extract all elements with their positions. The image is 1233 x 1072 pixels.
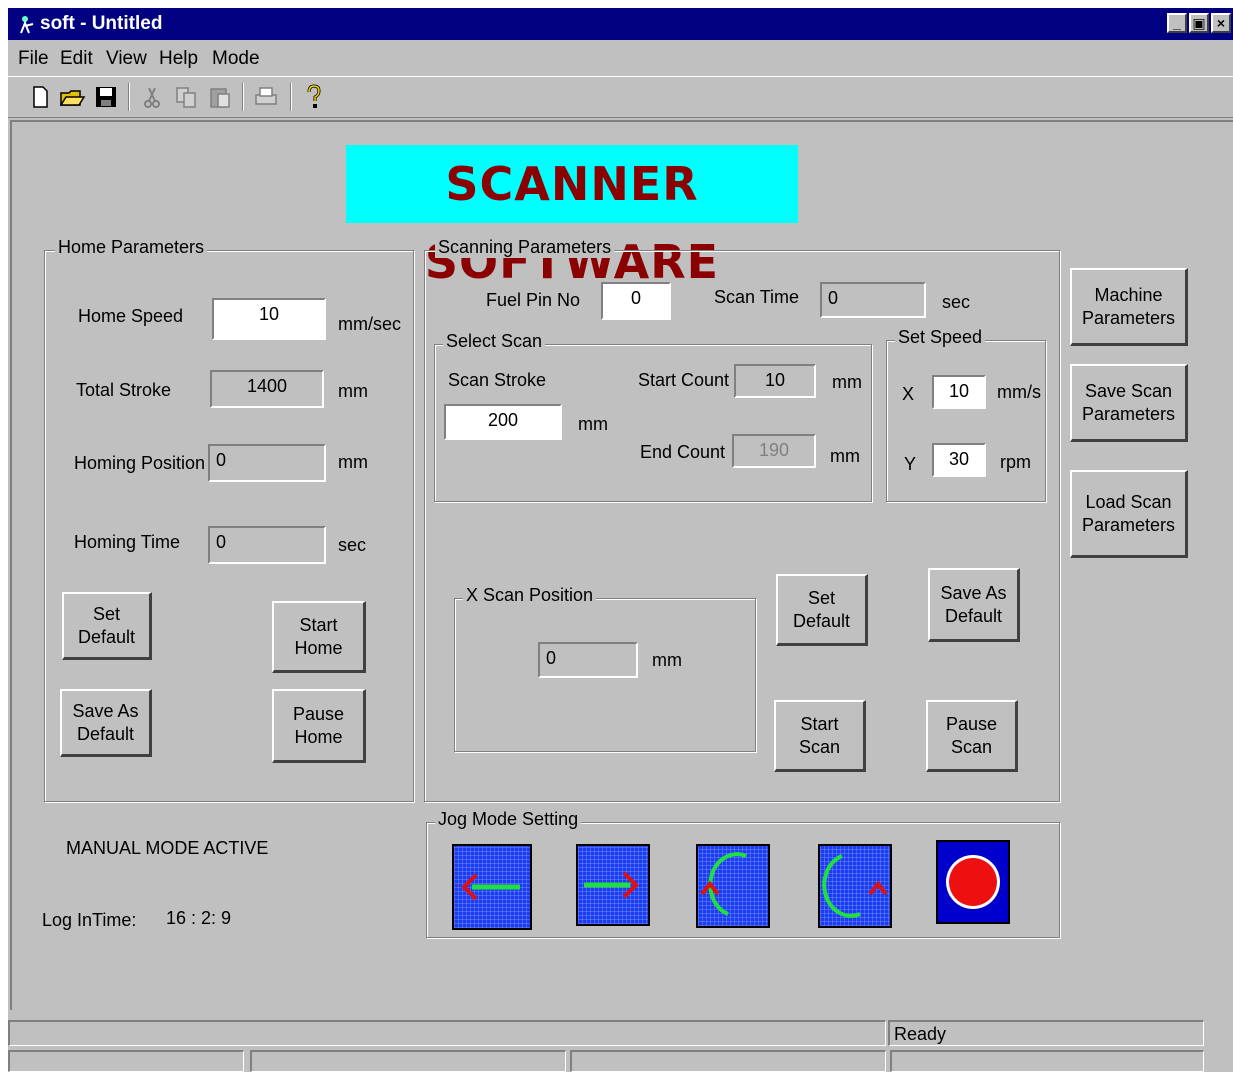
jog-right-button[interactable]	[576, 844, 650, 926]
total-stroke-label: Total Stroke	[76, 380, 172, 400]
restore-button[interactable]: ▣	[1189, 13, 1209, 33]
toolbar-separator	[242, 83, 244, 111]
scanning-parameters-label: Scanning Parameters	[435, 237, 615, 258]
home-speed-label: Home Speed	[78, 306, 184, 326]
rotate-ccw-icon	[700, 852, 747, 916]
save-scan-parameters-button[interactable]: Save Scan Parameters	[1070, 364, 1188, 442]
end-count-label: End Count	[640, 442, 726, 462]
set-speed-group: Set Speed	[886, 327, 1046, 502]
toolbar-separator	[290, 83, 292, 111]
x-speed-input[interactable]: 10	[932, 375, 986, 409]
end-count-unit: mm	[830, 446, 860, 466]
select-scan-label: Select Scan	[443, 331, 546, 352]
cut-icon[interactable]	[138, 83, 166, 111]
x-scan-position-label: X Scan Position	[463, 585, 597, 606]
open-icon[interactable]	[58, 83, 86, 111]
rotate-cw-button[interactable]	[818, 844, 892, 928]
y-speed-label: Y	[904, 454, 917, 474]
x-speed-unit: mm/s	[997, 382, 1041, 402]
close-button[interactable]: ×	[1211, 13, 1231, 33]
stop-icon	[946, 855, 1000, 909]
start-count-unit: mm	[832, 372, 862, 392]
total-stroke-unit: mm	[338, 381, 368, 401]
scan-stroke-label: Scan Stroke	[448, 370, 547, 390]
help-icon[interactable]	[300, 83, 328, 111]
home-speed-input[interactable]: 10	[212, 298, 326, 340]
machine-parameters-button[interactable]: Machine Parameters	[1070, 268, 1188, 346]
jog-left-icon	[461, 873, 520, 901]
status-pane-ready: Ready	[888, 1020, 1204, 1046]
start-count-field: 10	[734, 364, 816, 398]
set-speed-label: Set Speed	[895, 327, 986, 348]
home-save-as-default-button[interactable]: Save As Default	[60, 689, 152, 757]
total-stroke-field: 1400	[210, 370, 324, 408]
fuel-pin-input[interactable]: 0	[601, 282, 671, 320]
login-time-label: Log InTime:	[42, 910, 137, 930]
stop-button[interactable]	[936, 840, 1010, 924]
y-speed-unit: rpm	[1000, 452, 1031, 472]
home-parameters-label: Home Parameters	[55, 237, 208, 258]
app-icon	[20, 16, 34, 34]
scan-time-field: 0	[820, 282, 926, 318]
status-pane-1	[8, 1050, 244, 1072]
print-icon[interactable]	[252, 83, 280, 111]
start-count-label: Start Count	[638, 370, 730, 390]
start-scan-button[interactable]: Start Scan	[774, 700, 866, 772]
menu-bar: File Edit View Help Mode	[8, 42, 1233, 74]
status-pane-main	[8, 1020, 886, 1046]
homing-time-field: 0	[208, 526, 326, 564]
status-pane-2	[250, 1050, 566, 1072]
menu-help[interactable]: Help	[159, 48, 198, 70]
homing-position-field: 0	[208, 444, 326, 482]
homing-position-unit: mm	[338, 452, 368, 472]
jog-mode-label: Jog Mode Setting	[435, 809, 582, 830]
scan-save-as-default-button[interactable]: Save As Default	[928, 568, 1020, 642]
minimize-button[interactable]: _	[1167, 13, 1187, 33]
scan-stroke-unit: mm	[578, 414, 608, 434]
login-time-value: 16 : 2: 9	[166, 908, 232, 928]
copy-icon[interactable]	[172, 83, 200, 111]
mode-status-text: MANUAL MODE ACTIVE	[66, 838, 269, 858]
load-scan-parameters-button[interactable]: Load Scan Parameters	[1070, 470, 1188, 558]
scan-time-unit: sec	[942, 292, 971, 312]
fuel-pin-label: Fuel Pin No	[486, 290, 581, 310]
x-scan-position-field: 0	[538, 642, 638, 678]
toolbar-separator	[128, 83, 130, 111]
status-pane-3	[570, 1050, 886, 1072]
end-count-field: 190	[732, 434, 816, 468]
homing-position-label: Homing Position	[74, 453, 206, 473]
app-banner: SCANNER SOFTWARE	[346, 145, 798, 289]
rotate-ccw-button[interactable]	[696, 844, 770, 928]
home-speed-unit: mm/sec	[338, 314, 401, 334]
jog-left-button[interactable]	[452, 844, 532, 930]
rotate-cw-icon	[822, 854, 888, 918]
menu-view[interactable]: View	[106, 48, 147, 70]
scan-set-default-button[interactable]: Set Default	[776, 574, 868, 646]
new-icon[interactable]	[26, 83, 54, 111]
start-home-button[interactable]: Start Home	[272, 601, 366, 673]
homing-time-label: Homing Time	[74, 532, 181, 552]
home-set-default-button[interactable]: Set Default	[62, 592, 152, 660]
pause-scan-button[interactable]: Pause Scan	[926, 700, 1018, 772]
menu-mode[interactable]: Mode	[212, 48, 260, 70]
pause-home-button[interactable]: Pause Home	[272, 689, 366, 763]
menu-file[interactable]: File	[18, 48, 49, 70]
title-bar: soft - Untitled _ ▣ ×	[8, 8, 1233, 40]
homing-time-unit: sec	[338, 535, 367, 555]
y-speed-input[interactable]: 30	[932, 443, 986, 477]
x-scan-position-unit: mm	[652, 650, 682, 670]
scan-stroke-input[interactable]: 200	[444, 404, 562, 440]
jog-right-icon	[584, 871, 639, 899]
menu-edit[interactable]: Edit	[60, 48, 93, 70]
status-pane-4	[890, 1050, 1204, 1072]
paste-icon[interactable]	[206, 83, 234, 111]
x-speed-label: X	[902, 384, 915, 404]
toolbar	[8, 76, 1233, 118]
window-title: soft - Untitled	[40, 13, 163, 34]
scan-time-label: Scan Time	[714, 287, 800, 307]
save-icon[interactable]	[92, 83, 120, 111]
